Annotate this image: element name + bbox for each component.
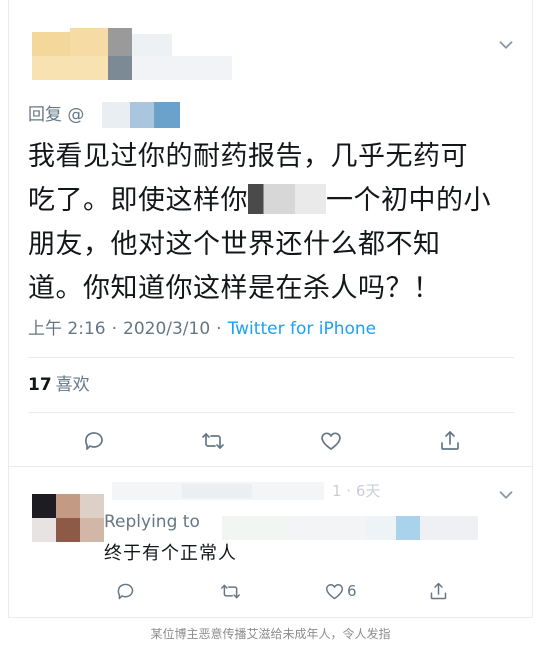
redacted-name bbox=[248, 184, 326, 214]
chevron-down-icon[interactable] bbox=[495, 484, 517, 506]
tweet-text-line: 我看见过你的耐药报告，几乎无药可 bbox=[28, 141, 468, 172]
tweet-text-line: 道。你知道你这样是在杀人吗？！ bbox=[28, 273, 441, 304]
likes-count[interactable]: 17 喜欢 bbox=[28, 372, 90, 398]
avatar[interactable] bbox=[32, 28, 232, 80]
replying-to-label: 回复 @ bbox=[28, 105, 85, 125]
divider bbox=[8, 466, 533, 467]
divider bbox=[28, 357, 514, 358]
reply-icon[interactable] bbox=[79, 426, 109, 456]
divider bbox=[28, 412, 514, 413]
tweet-time[interactable]: 上午 2:16 bbox=[28, 319, 106, 339]
reply-icon[interactable] bbox=[115, 579, 136, 603]
tweet-text-line: 朋友，他对这个世界还什么都不知 bbox=[28, 229, 441, 260]
tweet-timestamp: 上午 2:16 · 2020/3/10 · Twitter for iPhone bbox=[28, 319, 377, 339]
mention-link[interactable] bbox=[222, 516, 478, 540]
share-icon[interactable] bbox=[435, 426, 465, 456]
tweet-text: 我看见过你的耐药报告，几乎无药可 吃了。即使这样你 一个初中的小 朋友，他对这个世… bbox=[28, 135, 508, 311]
reply-avatar[interactable] bbox=[32, 494, 104, 542]
share-icon[interactable] bbox=[428, 579, 449, 603]
like-count: 6 bbox=[347, 582, 357, 600]
retweet-icon[interactable] bbox=[220, 579, 241, 603]
like-icon[interactable] bbox=[316, 426, 346, 456]
replying-to-label: Replying to bbox=[104, 512, 200, 532]
like-icon bbox=[324, 581, 345, 602]
tweet-source-link[interactable]: Twitter for iPhone bbox=[228, 319, 377, 339]
retweet-icon[interactable] bbox=[198, 426, 228, 456]
mention-link[interactable] bbox=[102, 102, 180, 128]
like-button[interactable]: 6 bbox=[324, 579, 357, 603]
reply-author-name[interactable] bbox=[112, 482, 324, 500]
tweet-date[interactable]: 2020/3/10 bbox=[123, 319, 210, 339]
reply-text: 终于有个正常人 bbox=[104, 543, 237, 564]
reply-timestamp: 1 · 6天 bbox=[332, 482, 381, 500]
image-caption: 某位博主恶意传播艾滋给未成年人，令人发指 bbox=[150, 627, 391, 641]
chevron-down-icon[interactable] bbox=[495, 34, 517, 56]
tweet-text-line: 吃了。即使这样你 一个初中的小 bbox=[28, 184, 491, 216]
